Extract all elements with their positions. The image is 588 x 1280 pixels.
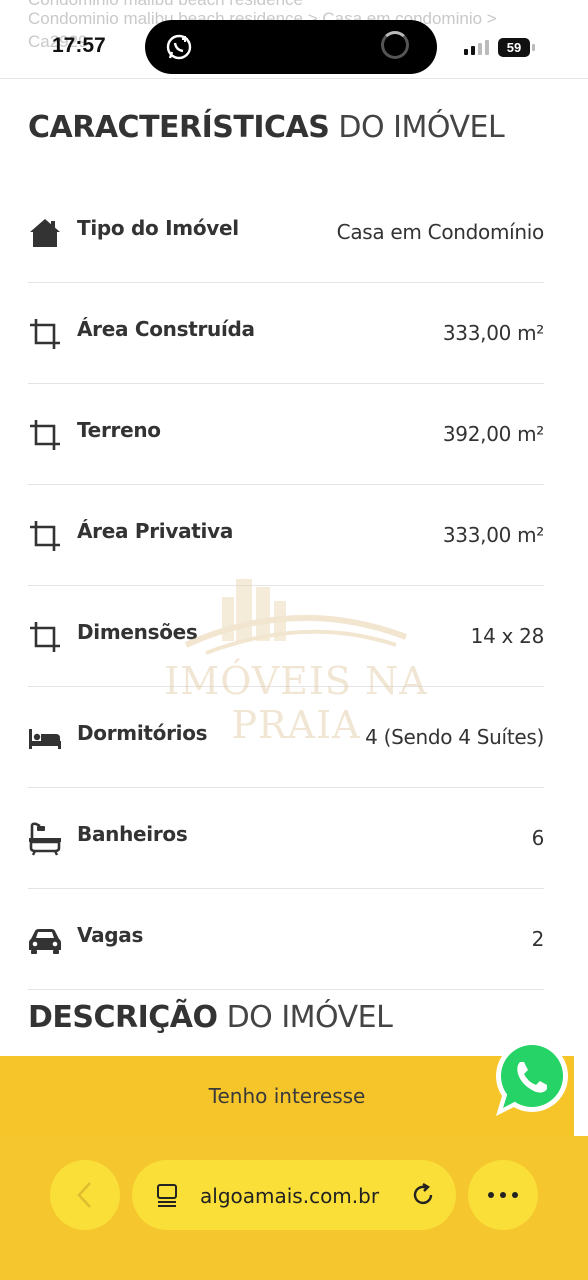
- section-title-features: CARACTERÍSTICAS DO IMÓVEL: [28, 110, 505, 145]
- clock: 17:57: [52, 34, 106, 57]
- feature-value: 14 x 28: [470, 624, 545, 648]
- whatsapp-icon: [166, 34, 192, 60]
- url-text: algoamais.com.br: [200, 1184, 380, 1208]
- feature-value: 6: [531, 826, 545, 850]
- section-title-description: DESCRIÇÃO DO IMÓVEL: [28, 1000, 393, 1035]
- feature-value: Casa em Condomínio: [336, 220, 545, 244]
- car-icon: [29, 929, 61, 954]
- feature-row-vagas: Vagas 2: [28, 889, 544, 990]
- bathtub-icon: [29, 822, 61, 856]
- whatsapp-float-button[interactable]: [488, 1036, 572, 1120]
- feature-value: 333,00 m²: [442, 321, 544, 345]
- feature-row-area-construida: Área Construída 333,00 m²: [28, 283, 544, 384]
- feature-label: Dimensões: [77, 620, 198, 644]
- crop-icon: [30, 319, 60, 349]
- section-title-rest: DO IMÓVEL: [217, 1000, 393, 1035]
- feature-label: Banheiros: [77, 822, 188, 846]
- section-title-bold: CARACTERÍSTICAS: [28, 110, 330, 145]
- crop-icon: [30, 420, 60, 450]
- crop-icon: [30, 521, 60, 551]
- battery-icon: 59: [498, 38, 530, 57]
- feature-value: 4 (Sendo 4 Suítes): [365, 725, 544, 749]
- battery-cap: [532, 44, 535, 51]
- loading-spinner-icon: [381, 31, 409, 59]
- more-options-button[interactable]: [468, 1160, 538, 1230]
- feature-label: Terreno: [77, 418, 161, 442]
- status-bar: Condominio malibu beach residence Condom…: [0, 0, 588, 79]
- chevron-left-icon: [77, 1182, 91, 1208]
- bed-icon: [29, 729, 61, 749]
- feature-label: Tipo do Imóvel: [77, 216, 239, 240]
- features-list: Tipo do Imóvel Casa em Condomínio Área C…: [28, 182, 544, 990]
- section-title-bold: DESCRIÇÃO: [28, 1000, 218, 1035]
- feature-row-area-privativa: Área Privativa 333,00 m²: [28, 485, 544, 586]
- feature-label: Área Privativa: [77, 519, 234, 543]
- tabs-icon[interactable]: [156, 1183, 180, 1207]
- back-button[interactable]: [50, 1160, 120, 1230]
- feature-row-tipo: Tipo do Imóvel Casa em Condomínio: [28, 182, 544, 283]
- ellipsis-icon: [488, 1192, 518, 1198]
- feature-row-dormitorios: Dormitórios 4 (Sendo 4 Suítes): [28, 687, 544, 788]
- feature-row-terreno: Terreno 392,00 m²: [28, 384, 544, 485]
- feature-value: 333,00 m²: [442, 523, 544, 547]
- feature-label: Área Construída: [77, 317, 255, 341]
- feature-label: Dormitórios: [77, 721, 208, 745]
- dynamic-island: [145, 20, 437, 74]
- signal-icon: [464, 40, 489, 55]
- house-icon: [30, 219, 60, 247]
- feature-value: 2: [531, 927, 545, 951]
- feature-label: Vagas: [77, 923, 144, 947]
- reload-icon[interactable]: [410, 1182, 436, 1208]
- address-bar[interactable]: algoamais.com.br: [132, 1160, 456, 1230]
- feature-row-banheiros: Banheiros 6: [28, 788, 544, 889]
- feature-value: 392,00 m²: [442, 422, 544, 446]
- section-title-rest: DO IMÓVEL: [329, 110, 505, 145]
- crop-icon: [30, 622, 60, 652]
- feature-row-dimensoes: Dimensões 14 x 28: [28, 586, 544, 687]
- browser-toolbar: algoamais.com.br: [0, 1136, 588, 1280]
